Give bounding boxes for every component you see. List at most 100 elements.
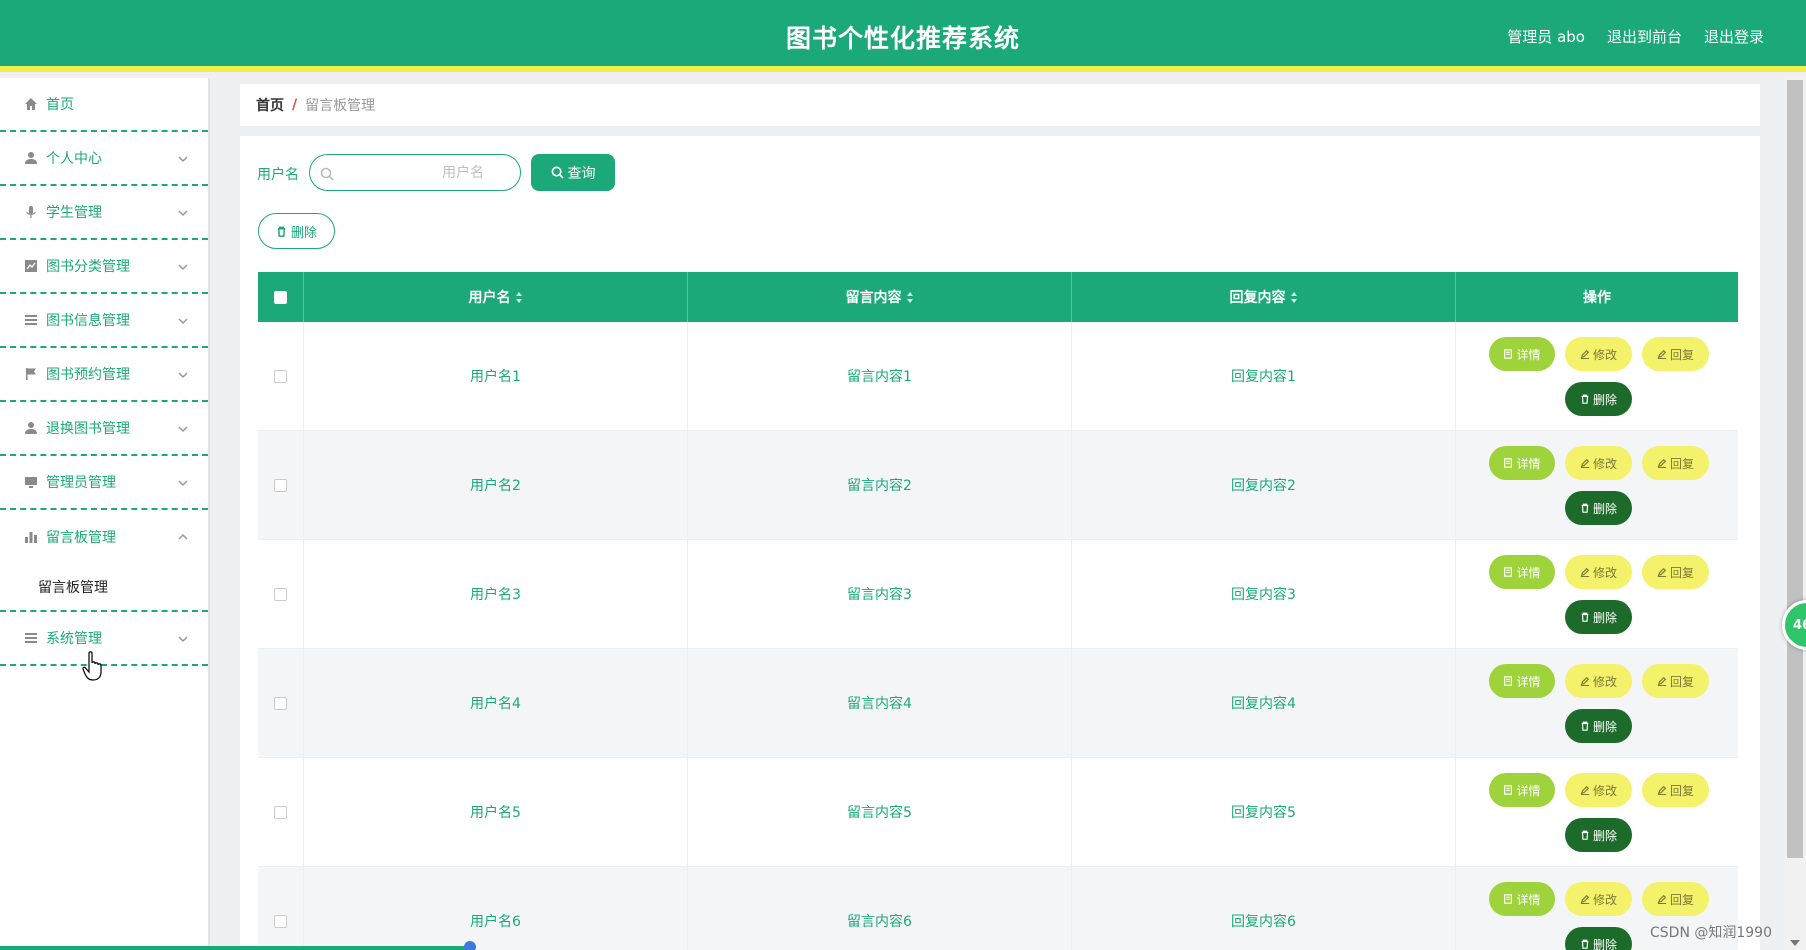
- sidebar-item-system[interactable]: 系统管理: [0, 612, 208, 666]
- column-header-reply[interactable]: 回复内容: [1072, 272, 1456, 322]
- edit-button[interactable]: 修改: [1565, 773, 1632, 807]
- delete-button-label: 删除: [1592, 828, 1617, 843]
- sidebar-item-book-reservations[interactable]: 图书预约管理: [0, 348, 208, 402]
- chevron-up-icon: [178, 530, 188, 540]
- reply-button-label: 回复: [1669, 456, 1694, 471]
- edit-button[interactable]: 修改: [1565, 446, 1632, 480]
- reply-button[interactable]: 回复: [1642, 882, 1709, 916]
- sidebar-item-book-categories[interactable]: 图书分类管理: [0, 240, 208, 294]
- top-header: 图书个性化推荐系统 管理员 abo 退出到前台 退出登录: [0, 0, 1806, 72]
- sidebar-item-home[interactable]: 首页: [0, 78, 208, 132]
- sidebar-item-label: 留言板管理: [46, 530, 116, 546]
- delete-button[interactable]: 删除: [1565, 709, 1632, 743]
- batch-delete-button[interactable]: 删除: [258, 213, 335, 249]
- cell-message: 留言内容3: [688, 540, 1072, 648]
- cell-username: 用户名5: [304, 758, 688, 866]
- reply-button[interactable]: 回复: [1642, 337, 1709, 371]
- cell-reply: 回复内容3: [1072, 540, 1456, 648]
- edit-button[interactable]: 修改: [1565, 555, 1632, 589]
- scroll-down-arrow-icon[interactable]: [1790, 940, 1800, 946]
- reply-button[interactable]: 回复: [1642, 773, 1709, 807]
- logout-link[interactable]: 退出登录: [1704, 26, 1764, 47]
- sidebar-item-personal-center[interactable]: 个人中心: [0, 132, 208, 186]
- detail-button[interactable]: 详情: [1489, 882, 1555, 916]
- table-body: 用户名1 留言内容1 回复内容1 详情 修改 回复 删除 用户名2 留言内容2 回复内容2 详情 修改…: [258, 322, 1738, 950]
- column-header-username[interactable]: 用户名: [304, 272, 688, 322]
- delete-button[interactable]: 删除: [1565, 927, 1632, 950]
- delete-button[interactable]: 删除: [1565, 600, 1632, 634]
- row-checkbox[interactable]: [274, 914, 287, 928]
- table-row: 用户名2 留言内容2 回复内容2 详情 修改 回复 删除: [258, 431, 1738, 540]
- menu-icon: [24, 631, 38, 645]
- back-to-frontend-link[interactable]: 退出到前台: [1607, 26, 1682, 47]
- horizontal-scroll-track[interactable]: [0, 946, 470, 950]
- sort-icon[interactable]: [1290, 291, 1298, 303]
- detail-button[interactable]: 详情: [1489, 664, 1555, 698]
- flag-icon: [24, 367, 38, 381]
- table-header: 用户名 留言内容 回复内容 操作: [258, 272, 1738, 322]
- row-checkbox[interactable]: [274, 587, 287, 601]
- trash-icon: [1581, 612, 1589, 622]
- edit-button[interactable]: 修改: [1565, 882, 1632, 916]
- cell-reply: 回复内容5: [1072, 758, 1456, 866]
- delete-button[interactable]: 删除: [1565, 382, 1632, 416]
- delete-button-label: 删除: [1592, 501, 1617, 516]
- watermark: CSDN @知润1990: [1650, 925, 1772, 941]
- chevron-down-icon: [178, 152, 188, 163]
- search-input[interactable]: [340, 161, 510, 185]
- sidebar-item-book-info[interactable]: 图书信息管理: [0, 294, 208, 348]
- reply-button-label: 回复: [1669, 674, 1694, 689]
- search-icon: [551, 166, 564, 179]
- table-row: 用户名6 留言内容6 回复内容6 详情 修改 回复 删除: [258, 867, 1738, 950]
- detail-button[interactable]: 详情: [1489, 446, 1555, 480]
- row-select-cell: [258, 322, 304, 430]
- cell-reply: 回复内容2: [1072, 431, 1456, 539]
- detail-button[interactable]: 详情: [1489, 337, 1555, 371]
- pencil-icon: [1580, 676, 1590, 686]
- trash-icon: [277, 226, 286, 237]
- row-checkbox[interactable]: [274, 478, 287, 492]
- detail-button[interactable]: 详情: [1489, 773, 1555, 807]
- query-button[interactable]: 查询: [531, 154, 615, 191]
- reply-button[interactable]: 回复: [1642, 446, 1709, 480]
- horizontal-scroll-handle[interactable]: [464, 941, 476, 950]
- sidebar-item-admins[interactable]: 管理员管理: [0, 456, 208, 510]
- sidebar-item-label: 退换图书管理: [46, 421, 130, 437]
- chart-line-icon: [24, 259, 38, 273]
- list-icon: [24, 313, 38, 327]
- user-icon: [24, 421, 38, 435]
- detail-button[interactable]: 详情: [1489, 555, 1555, 589]
- sidebar-item-book-returns[interactable]: 退换图书管理: [0, 402, 208, 456]
- document-icon: [1504, 458, 1513, 468]
- delete-button[interactable]: 删除: [1565, 818, 1632, 852]
- select-all-checkbox[interactable]: [274, 290, 287, 304]
- sort-icon[interactable]: [906, 291, 914, 303]
- column-header-message[interactable]: 留言内容: [688, 272, 1072, 322]
- sidebar-item-label: 图书分类管理: [46, 259, 130, 275]
- row-checkbox[interactable]: [274, 696, 287, 710]
- sidebar-subitem-message-board[interactable]: 留言板管理: [0, 564, 208, 612]
- batch-delete-label: 删除: [290, 225, 317, 241]
- sidebar-item-students[interactable]: 学生管理: [0, 186, 208, 240]
- edit-button[interactable]: 修改: [1565, 337, 1632, 371]
- pencil-icon: [1657, 785, 1667, 795]
- row-select-cell: [258, 758, 304, 866]
- reply-button[interactable]: 回复: [1642, 555, 1709, 589]
- breadcrumb-home[interactable]: 首页: [256, 95, 284, 115]
- row-checkbox[interactable]: [274, 369, 287, 383]
- delete-button[interactable]: 删除: [1565, 491, 1632, 525]
- vertical-scrollbar[interactable]: [1784, 78, 1806, 950]
- cell-username: 用户名6: [304, 867, 688, 950]
- admin-user-label[interactable]: 管理员 abo: [1507, 26, 1585, 47]
- sort-icon[interactable]: [515, 291, 523, 303]
- reply-button[interactable]: 回复: [1642, 664, 1709, 698]
- sidebar-item-message-board[interactable]: 留言板管理: [0, 510, 208, 564]
- scrollbar-thumb[interactable]: [1787, 80, 1803, 858]
- detail-button-label: 详情: [1516, 783, 1541, 798]
- column-header-label: 回复内容: [1229, 290, 1286, 306]
- edit-button[interactable]: 修改: [1565, 664, 1632, 698]
- row-checkbox[interactable]: [274, 805, 287, 819]
- sidebar-item-label: 个人中心: [46, 151, 102, 167]
- main-panel: 用户名 查询 删除 用户名 留言内容 回复内容 操作 用户名1留言内容1回复内容…: [240, 136, 1760, 950]
- chevron-down-icon: [178, 632, 188, 643]
